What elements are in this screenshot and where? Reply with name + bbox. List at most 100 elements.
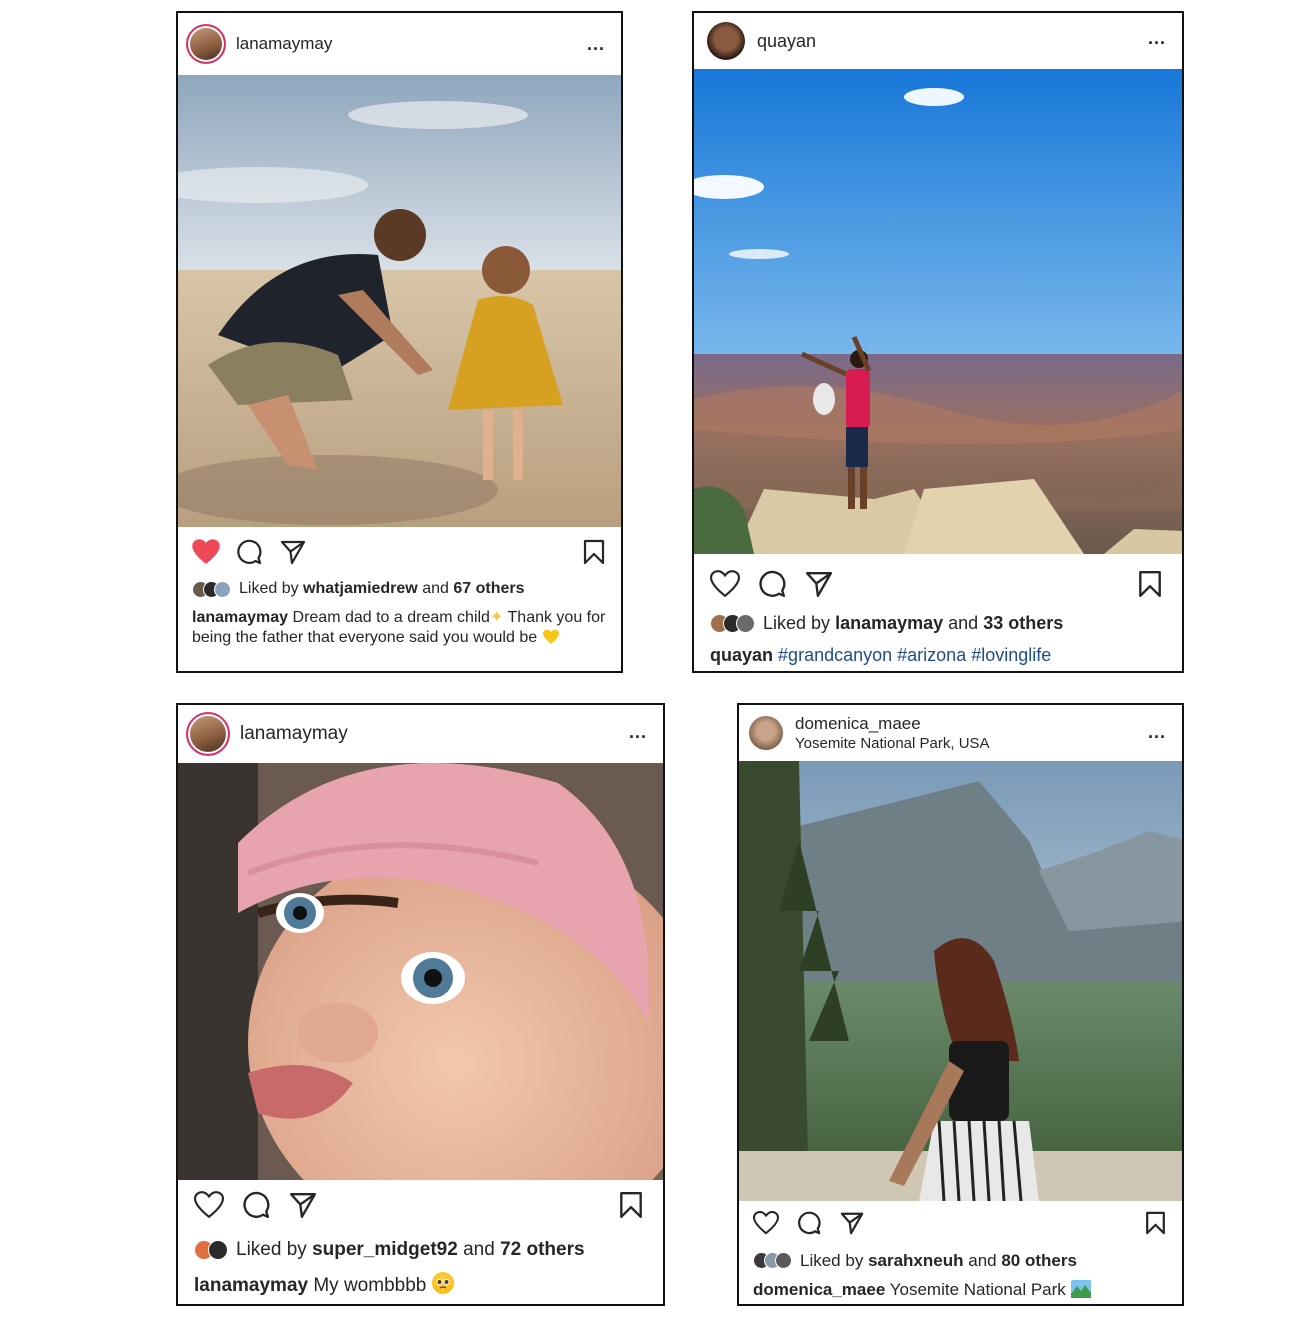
comment-icon[interactable]: [797, 1211, 821, 1235]
share-icon[interactable]: [840, 1211, 864, 1235]
hashtag-link[interactable]: #arizona: [897, 645, 966, 665]
post-photo[interactable]: [178, 763, 663, 1180]
liked-by-label: Liked by: [763, 613, 831, 633]
liked-by-label: Liked by: [236, 1239, 307, 1260]
action-bar: [178, 533, 621, 573]
yosemite-photo: [739, 761, 1182, 1201]
post-card-2: quayan ... Liked by lanamaymay and 33 ot…: [692, 11, 1184, 673]
caption-username[interactable]: quayan: [710, 645, 773, 665]
comment-icon[interactable]: [236, 539, 262, 565]
caption-text: Yosemite National Park: [889, 1280, 1066, 1299]
others-count[interactable]: 33 others: [983, 612, 1063, 634]
bookmark-icon[interactable]: [1138, 570, 1162, 598]
and-label: and: [948, 613, 979, 633]
liker-avatar: [775, 1252, 792, 1269]
caption-text: My wombbbb: [313, 1275, 427, 1296]
share-icon[interactable]: [289, 1191, 317, 1219]
others-count[interactable]: 72 others: [500, 1238, 584, 1262]
post-photo[interactable]: [178, 75, 621, 527]
comment-icon[interactable]: [758, 570, 786, 598]
caption: lanamaymay Dream dad to a dream child✦ T…: [192, 608, 607, 648]
action-bar: [739, 1207, 1182, 1247]
liker-avatar: [214, 580, 231, 598]
share-icon[interactable]: [280, 539, 306, 565]
liker-avatars: [710, 613, 755, 633]
post-card-3: lanamaymay ... Liked by super_midget92 a…: [176, 703, 665, 1306]
liker-avatars: [194, 1240, 228, 1260]
beach-photo: [178, 75, 621, 527]
more-options-icon[interactable]: ...: [629, 723, 647, 741]
post-header: lanamaymay ...: [178, 13, 621, 75]
avatar[interactable]: [186, 712, 230, 756]
canyon-photo: [694, 69, 1182, 554]
avatar[interactable]: [749, 716, 783, 750]
share-icon[interactable]: [805, 570, 833, 598]
comment-icon[interactable]: [242, 1191, 270, 1219]
post-header: lanamaymay ...: [178, 705, 663, 763]
more-options-icon[interactable]: ...: [1148, 29, 1166, 47]
caption: lanamaymay My wombbbb: [194, 1272, 647, 1298]
and-label: and: [422, 580, 449, 597]
yellow-heart-icon: [542, 629, 560, 645]
liked-by-label: Liked by: [239, 580, 299, 597]
username[interactable]: lanamaymay: [240, 723, 348, 745]
baby-photo: [178, 763, 663, 1180]
post-photo[interactable]: [739, 761, 1182, 1201]
more-options-icon[interactable]: ...: [587, 35, 605, 53]
and-label: and: [968, 1251, 997, 1270]
avatar[interactable]: [186, 24, 226, 64]
liker-avatar: [208, 1240, 228, 1260]
likes-line: Liked by lanamaymay and 33 others: [710, 612, 1166, 634]
likes-line: Liked by sarahxneuh and 80 others: [753, 1250, 1168, 1271]
bookmark-icon[interactable]: [1145, 1211, 1166, 1235]
sparkles-icon: ✦: [489, 609, 504, 626]
pleading-face-icon: [431, 1272, 454, 1294]
national-park-icon: [1070, 1280, 1091, 1298]
caption-area: Liked by sarahxneuh and 80 others domeni…: [739, 1250, 1182, 1300]
caption-text: Dream dad to a dream child: [292, 609, 490, 626]
liker-avatar: [736, 613, 755, 633]
heart-icon[interactable]: [710, 570, 740, 598]
caption-username[interactable]: lanamaymay: [192, 609, 288, 626]
post-photo[interactable]: [694, 69, 1182, 554]
and-label: and: [463, 1239, 495, 1260]
action-bar: [178, 1185, 663, 1225]
avatar[interactable]: [707, 22, 745, 60]
more-options-icon[interactable]: ...: [1148, 723, 1166, 741]
header-text: domenica_maee Yosemite National Park, US…: [795, 714, 990, 752]
username[interactable]: domenica_maee: [795, 714, 990, 734]
action-bar: [694, 566, 1182, 606]
post-header: domenica_maee Yosemite National Park, US…: [739, 705, 1182, 761]
hashtag-link[interactable]: #grandcanyon: [778, 645, 892, 665]
caption-username[interactable]: lanamaymay: [194, 1275, 308, 1296]
bookmark-icon[interactable]: [619, 1191, 643, 1219]
others-count[interactable]: 67 others: [453, 579, 524, 599]
heart-icon[interactable]: [194, 1191, 224, 1219]
caption-area: Liked by super_midget92 and 72 others la…: [178, 1238, 663, 1298]
liker-avatars: [753, 1252, 792, 1269]
liked-by-user[interactable]: whatjamiedrew: [303, 579, 418, 599]
others-count[interactable]: 80 others: [1001, 1250, 1077, 1271]
post-header: quayan ...: [694, 13, 1182, 69]
location-label[interactable]: Yosemite National Park, USA: [795, 735, 990, 752]
post-card-4: domenica_maee Yosemite National Park, US…: [737, 703, 1184, 1306]
liked-by-user[interactable]: sarahxneuh: [868, 1250, 963, 1271]
heart-icon[interactable]: [753, 1211, 779, 1235]
liker-avatars: [192, 580, 231, 598]
username[interactable]: lanamaymay: [236, 34, 332, 54]
liked-by-user[interactable]: lanamaymay: [835, 612, 943, 634]
liked-by-label: Liked by: [800, 1251, 864, 1270]
heart-icon[interactable]: [192, 539, 220, 565]
username[interactable]: quayan: [757, 31, 816, 52]
caption-area: Liked by lanamaymay and 33 others quayan…: [694, 612, 1182, 666]
liked-by-user[interactable]: super_midget92: [312, 1238, 458, 1262]
caption-username[interactable]: domenica_maee: [753, 1280, 885, 1299]
bookmark-icon[interactable]: [583, 539, 605, 565]
caption-area: Liked by whatjamiedrew and 67 others lan…: [178, 579, 621, 648]
caption: quayan #grandcanyon #arizona #lovinglife: [710, 644, 1166, 666]
hashtag-link[interactable]: #lovinglife: [971, 645, 1051, 665]
likes-line: Liked by super_midget92 and 72 others: [194, 1238, 647, 1262]
caption: domenica_maee Yosemite National Park: [753, 1279, 1168, 1300]
likes-line: Liked by whatjamiedrew and 67 others: [192, 579, 607, 599]
post-card-1: lanamaymay ... Liked by whatjamiedrew an…: [176, 11, 623, 673]
